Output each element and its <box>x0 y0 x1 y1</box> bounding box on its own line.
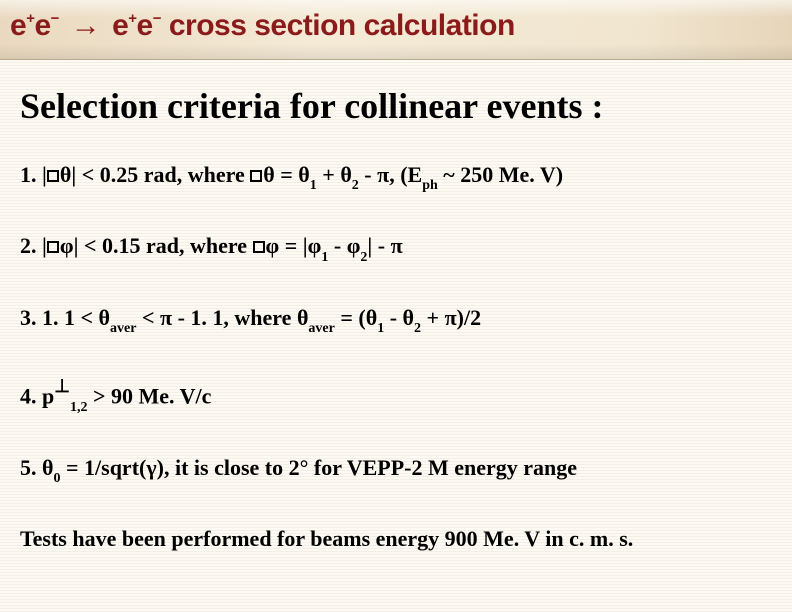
criterion-5: 5. θ0 = 1/sqrt(γ), it is close to 2° for… <box>20 453 772 492</box>
c1-sub-a: 1 <box>310 178 317 193</box>
perp-icon: ⊥ <box>54 376 70 396</box>
c2-sub-b: 2 <box>360 250 367 265</box>
c1-theta1: θ <box>60 162 71 187</box>
section-title: Selection criteria for collinear events … <box>20 86 772 126</box>
c1-th-a: θ <box>298 162 309 187</box>
c2-bar: | - <box>367 233 390 258</box>
c2-pi: π <box>391 233 403 258</box>
title-bar: e+e− → e+e− cross section calculation <box>0 0 792 60</box>
c3-pi1: π <box>160 305 172 330</box>
slide-title: e+e− → e+e− cross section calculation <box>10 8 782 44</box>
title-sup-minus1: − <box>51 10 59 27</box>
c1-th-b: θ <box>340 162 351 187</box>
criterion-1: 1. |θ| < 0.25 rad, where θ = θ1 + θ2 - π… <box>20 160 772 199</box>
c1-tail1: , (E <box>389 162 422 187</box>
delta-box-icon <box>47 170 59 182</box>
c3-th-a: θ <box>366 305 377 330</box>
c2-ph-b: φ <box>347 233 361 258</box>
c5-num: 5. <box>20 455 42 480</box>
title-sup-plus2: + <box>128 10 136 27</box>
c1-eq: = <box>275 162 299 187</box>
title-sup-minus2: − <box>153 10 161 27</box>
c3-sub2: aver <box>308 321 334 336</box>
c1-plus: + <box>317 162 341 187</box>
c2-phi2: φ <box>266 233 280 258</box>
c2-minus1: - <box>328 233 346 258</box>
delta-box-icon <box>47 241 59 253</box>
c2-ph-a: φ <box>308 233 322 258</box>
c2-num: 2. | <box>20 233 47 258</box>
c1-sub-ph: ph <box>422 178 438 193</box>
title-arrow-icon: → <box>67 9 105 42</box>
c4-tail: > 90 Me. V/c <box>87 384 211 409</box>
c5-mid: = 1/sqrt( <box>60 455 146 480</box>
c5-th: θ <box>42 455 53 480</box>
c3-th-b: θ <box>403 305 414 330</box>
delta-box-icon <box>250 170 262 182</box>
c3-plus: + <box>421 305 445 330</box>
c3-num: 3. 1. 1 < <box>20 305 99 330</box>
c5-tail: ), it is close to 2° for VEPP-2 M energy… <box>157 455 577 480</box>
c1-theta2: θ <box>263 162 274 187</box>
title-sup-plus1: + <box>26 10 34 27</box>
title-rest: cross section calculation <box>161 9 515 42</box>
c3-sub-b: 2 <box>414 321 421 336</box>
c2-eq: = | <box>279 233 307 258</box>
c3-pi2: π <box>445 305 457 330</box>
c5-gamma: γ <box>146 455 156 480</box>
c3-eq: = ( <box>335 305 366 330</box>
c2-phi1: φ <box>60 233 74 258</box>
c1-tail2: ~ 250 Me. V) <box>438 162 563 187</box>
c1-minus: - <box>359 162 377 187</box>
c4-num: 4. p <box>20 384 54 409</box>
c3-sub1: aver <box>110 321 136 336</box>
criterion-2: 2. |φ| < 0.15 rad, where φ = |φ1 - φ2| -… <box>20 231 772 270</box>
title-e2: e <box>34 9 50 42</box>
title-e3: e <box>112 9 128 42</box>
c3-tail: )/2 <box>457 305 481 330</box>
c2-after1: | < 0.15 rad, where <box>74 233 253 258</box>
c4-sub: 1,2 <box>70 400 88 415</box>
criterion-4: 4. p⊥1,2 > 90 Me. V/c <box>20 374 772 421</box>
tests-note: Tests have been performed for beams ener… <box>20 524 772 554</box>
c2-sub-a: 1 <box>321 250 328 265</box>
c3-minus: - <box>384 305 402 330</box>
c1-after1: | < 0.25 rad, where <box>71 162 250 187</box>
c1-num: 1. | <box>20 162 47 187</box>
c3-sub-a: 1 <box>377 321 384 336</box>
c1-sub-b: 2 <box>352 178 359 193</box>
slide: e+e− → e+e− cross section calculation Se… <box>0 0 792 612</box>
criterion-3: 3. 1. 1 < θaver < π - 1. 1, where θaver … <box>20 303 772 342</box>
title-e1: e <box>10 9 26 42</box>
title-e4: e <box>137 9 153 42</box>
delta-box-icon <box>253 241 265 253</box>
c3-mid2: - 1. 1, where <box>172 305 297 330</box>
c5-sub: 0 <box>53 471 60 486</box>
c3-th2: θ <box>297 305 308 330</box>
c3-mid1: < <box>136 305 160 330</box>
c3-th1: θ <box>99 305 110 330</box>
content-area: Selection criteria for collinear events … <box>0 60 792 554</box>
c1-pi: π <box>377 162 389 187</box>
